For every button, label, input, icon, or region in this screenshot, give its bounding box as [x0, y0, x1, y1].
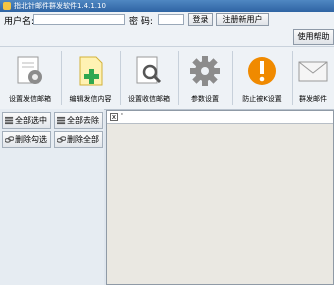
link-delete-icon — [57, 136, 66, 143]
tab-close-button[interactable]: x — [110, 113, 118, 121]
link-delete-icon — [5, 136, 14, 143]
password-label: 密 码: — [129, 17, 153, 27]
gear-icon — [190, 56, 220, 86]
toolbar-label: 编辑发信内容 — [69, 95, 112, 103]
envelope-icon — [298, 61, 328, 82]
clear-all-label: 全部去除 — [67, 116, 99, 125]
title-bar: 指北针邮件群发软件1.4.1.10 — [0, 0, 334, 12]
delete-checked-label: 删除勾选 — [15, 135, 47, 144]
mailbox-gear-icon — [17, 56, 42, 84]
editor-tab[interactable]: ' — [121, 112, 123, 120]
toolbar-label: 设置发信邮箱 — [9, 95, 51, 103]
content-editor[interactable]: x ' — [106, 110, 334, 285]
app-icon — [3, 2, 11, 10]
username-label: 用户名: — [4, 17, 35, 27]
toolbar-label: 防止被K设置 — [242, 95, 282, 103]
warning-icon — [248, 57, 276, 85]
toolbar-label: 参数设置 — [191, 95, 219, 103]
username-field[interactable] — [33, 14, 125, 25]
toolbar-parameters[interactable]: 参数设置 — [179, 49, 231, 107]
login-bar: 用户名: 密 码: 登录 注册新用户 — [0, 12, 334, 28]
select-all-label: 全部选中 — [15, 116, 47, 125]
main-toolbar: 设置发信邮箱 编辑发信内容 设置收信邮箱 参数设置 防止被K设置 群发邮件 — [0, 46, 334, 110]
delete-checked-button[interactable]: 删除勾选 — [2, 131, 51, 148]
toolbar-set-recipient-mailbox[interactable]: 设置收信邮箱 — [121, 49, 177, 107]
register-button[interactable]: 注册新用户 — [216, 13, 269, 26]
help-bar: 使用帮助 — [0, 28, 334, 46]
toolbar-anti-block[interactable]: 防止被K设置 — [233, 49, 291, 107]
document-plus-icon — [79, 56, 102, 86]
toolbar-label: 设置收信邮箱 — [128, 95, 170, 103]
clear-all-button[interactable]: 全部去除 — [54, 112, 103, 129]
delete-all-label: 删除全部 — [67, 135, 99, 144]
document-search-icon — [136, 56, 162, 84]
delete-all-button[interactable]: 删除全部 — [54, 131, 103, 148]
window-title: 指北针邮件群发软件1.4.1.10 — [14, 2, 106, 10]
password-field[interactable] — [158, 14, 184, 25]
toolbar-send-mail[interactable]: 群发邮件 — [293, 49, 334, 107]
toolbar-edit-content[interactable]: 编辑发信内容 — [62, 49, 119, 107]
recipient-list-panel: 全部选中 全部去除 删除勾选 删除全部 — [0, 109, 104, 285]
login-button[interactable]: 登录 — [188, 13, 213, 26]
select-all-button[interactable]: 全部选中 — [2, 112, 51, 129]
editor-tab-strip: x ' — [107, 111, 333, 124]
help-button[interactable]: 使用帮助 — [293, 29, 334, 45]
toolbar-set-sender-mailbox[interactable]: 设置发信邮箱 — [0, 49, 60, 107]
list-clear-icon — [57, 116, 66, 125]
app-window: 指北针邮件群发软件1.4.1.10 用户名: 密 码: 登录 注册新用户 使用帮… — [0, 0, 334, 285]
toolbar-label: 群发邮件 — [299, 95, 327, 103]
list-check-icon — [5, 116, 14, 125]
